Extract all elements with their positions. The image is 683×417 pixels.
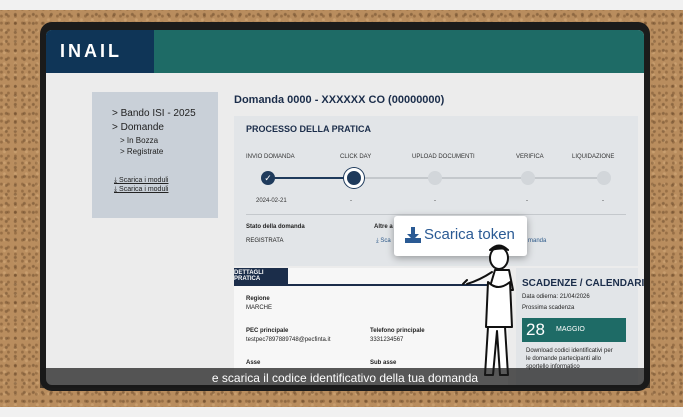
asse-label: Asse xyxy=(246,360,261,366)
step-current-dot xyxy=(344,168,364,188)
deadline-day: 28 xyxy=(526,320,545,339)
top-strip xyxy=(0,0,683,10)
download-modules-link-2[interactable]: ⤓ Scarica i moduli xyxy=(114,186,168,194)
download-icon xyxy=(405,227,421,243)
divider xyxy=(246,214,626,215)
deadline-date-box: 28 MAGGIO xyxy=(522,318,626,342)
site-header: INAIL xyxy=(46,30,644,73)
altre-label: Altre a xyxy=(374,224,393,230)
deadline-month: MAGGIO xyxy=(556,326,585,333)
step-pending-dot xyxy=(428,171,442,185)
oggi-value: 21/04/2026 xyxy=(559,294,590,300)
subtitle-text: e scarica il codice identificativo della… xyxy=(211,371,479,385)
sidebar: > Bando ISI - 2025 > Domande > In Bozza … xyxy=(92,92,218,218)
oggi-label: Data odierna: xyxy=(522,294,559,300)
progress-line-pending xyxy=(354,177,604,179)
browser-screen: INAIL > Bando ISI - 2025 > Domande > In … xyxy=(46,30,644,385)
process-title: PROCESSO DELLA PRATICA xyxy=(246,124,372,134)
tel-value: 3331234567 xyxy=(370,337,404,343)
subasse-label: Sub asse xyxy=(370,360,397,366)
stato-value: REGISTRATA xyxy=(246,238,284,244)
step-done-check-icon: ✓ xyxy=(261,171,275,185)
scadenze-title: SCADENZE / CALENDARIO xyxy=(522,278,644,289)
prossima-scadenza: Prossima scadenza xyxy=(522,305,575,311)
regione-value: MARCHE xyxy=(246,305,273,311)
subtitle-bar: e scarica il codice identificativo della… xyxy=(40,368,650,388)
page-title: Domanda 0000 - XXXXXX CO (00000000) xyxy=(234,94,445,106)
pec-label: PEC principale xyxy=(246,328,289,334)
progress-line-done xyxy=(268,177,348,179)
step-date-verifica: - xyxy=(526,198,528,204)
sidebar-item-bando[interactable]: > Bando ISI - 2025 xyxy=(112,108,196,119)
step-label-invio: INVIO DOMANDA xyxy=(246,154,295,160)
step-date-click-day: - xyxy=(350,198,352,204)
sidebar-item-in-bozza[interactable]: > In Bozza xyxy=(120,136,158,145)
step-label-liquidazione: LIQUIDAZIONE xyxy=(572,154,615,160)
pec-value: testpec7897889748@pecfinta.it xyxy=(246,337,331,343)
presenter-figure-illustration xyxy=(462,244,514,376)
step-label-verifica: VERIFICA xyxy=(516,154,544,160)
step-date-invio: 2024-02-21 xyxy=(256,198,287,204)
step-label-click-day: CLICK DAY xyxy=(340,154,372,160)
sidebar-item-registrate[interactable]: > Registrate xyxy=(120,147,163,156)
data-odierna: Data odierna: 21/04/2026 xyxy=(522,294,590,300)
download-link-label: Scarica i moduli xyxy=(119,186,169,193)
altre-download-link[interactable]: ⤓ Sca xyxy=(376,238,391,245)
bottom-strip xyxy=(0,407,683,417)
deadline-desc-1: Download codici identificativi per xyxy=(526,348,613,354)
regione-label: Regione xyxy=(246,296,270,302)
step-date-upload: - xyxy=(434,198,436,204)
sidebar-item-domande[interactable]: > Domande xyxy=(112,122,164,133)
deadline-desc-2: le domande partecipanti allo xyxy=(526,356,602,362)
tab-dettagli-pratica[interactable]: DETTAGLI PRATICA xyxy=(234,268,288,284)
step-pending-dot xyxy=(597,171,611,185)
inail-logo[interactable]: INAIL xyxy=(46,30,154,73)
step-pending-dot xyxy=(521,171,535,185)
step-label-upload: UPLOAD DOCUMENTI xyxy=(412,154,475,160)
tel-label: Telefono principale xyxy=(370,328,425,334)
domanda-link[interactable]: manda xyxy=(528,238,546,244)
scarica-token-label: Scarica token xyxy=(424,226,515,243)
step-date-liquidazione: - xyxy=(602,198,604,204)
altre-link-label: Sca xyxy=(380,238,391,244)
stato-label: Stato della domanda xyxy=(246,224,305,230)
download-link-label: Scarica i moduli xyxy=(119,177,169,184)
download-modules-link-1[interactable]: ⤓ Scarica i moduli xyxy=(114,177,168,185)
